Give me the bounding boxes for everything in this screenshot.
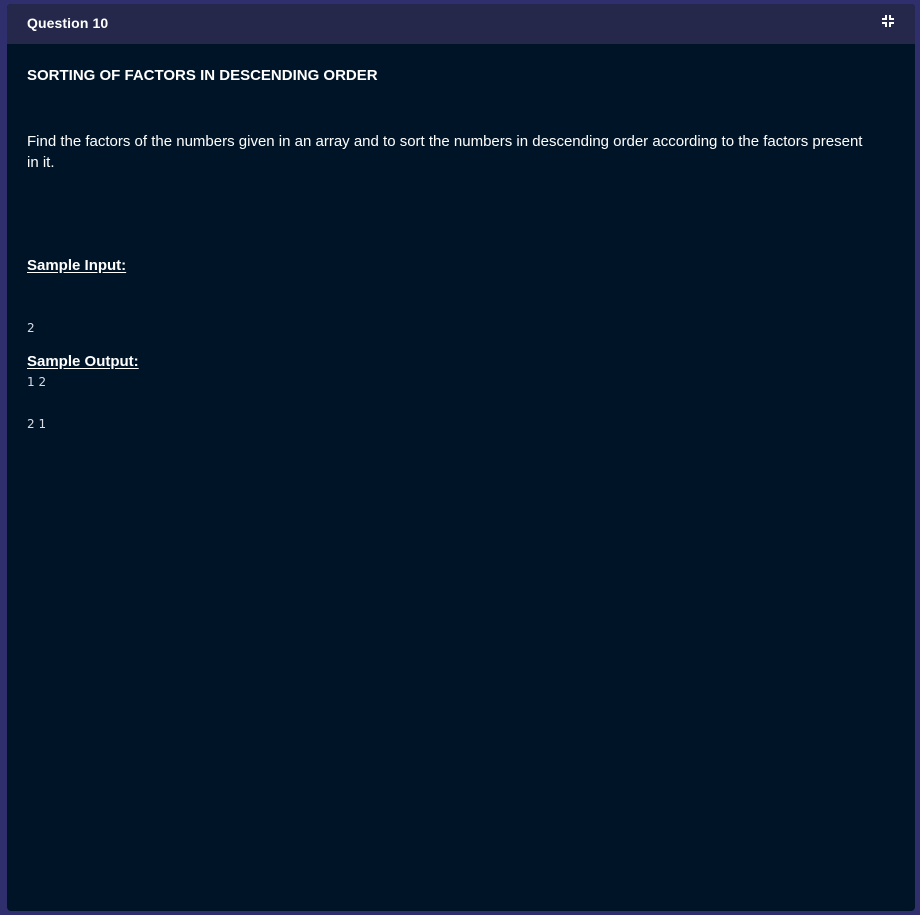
collapse-icon — [882, 15, 894, 27]
problem-description: Find the factors of the numbers given in… — [27, 133, 863, 171]
question-title: Question 10 — [27, 15, 109, 31]
panel-header: Question 10 — [7, 4, 915, 44]
sample-output-block: 2 1 — [27, 379, 50, 469]
problem-title: SORTING OF FACTORS IN DESCENDING ORDER — [27, 67, 378, 84]
sample-output-line: 2 1 — [27, 417, 47, 431]
sample-input-line: 2 — [27, 321, 35, 335]
collapse-button[interactable] — [877, 10, 899, 32]
sample-output-heading: Sample Output: — [27, 353, 139, 370]
question-panel: Question 10 SORTING OF FACTORS IN DESCEN… — [7, 4, 915, 911]
sample-input-heading: Sample Input: — [27, 257, 127, 274]
